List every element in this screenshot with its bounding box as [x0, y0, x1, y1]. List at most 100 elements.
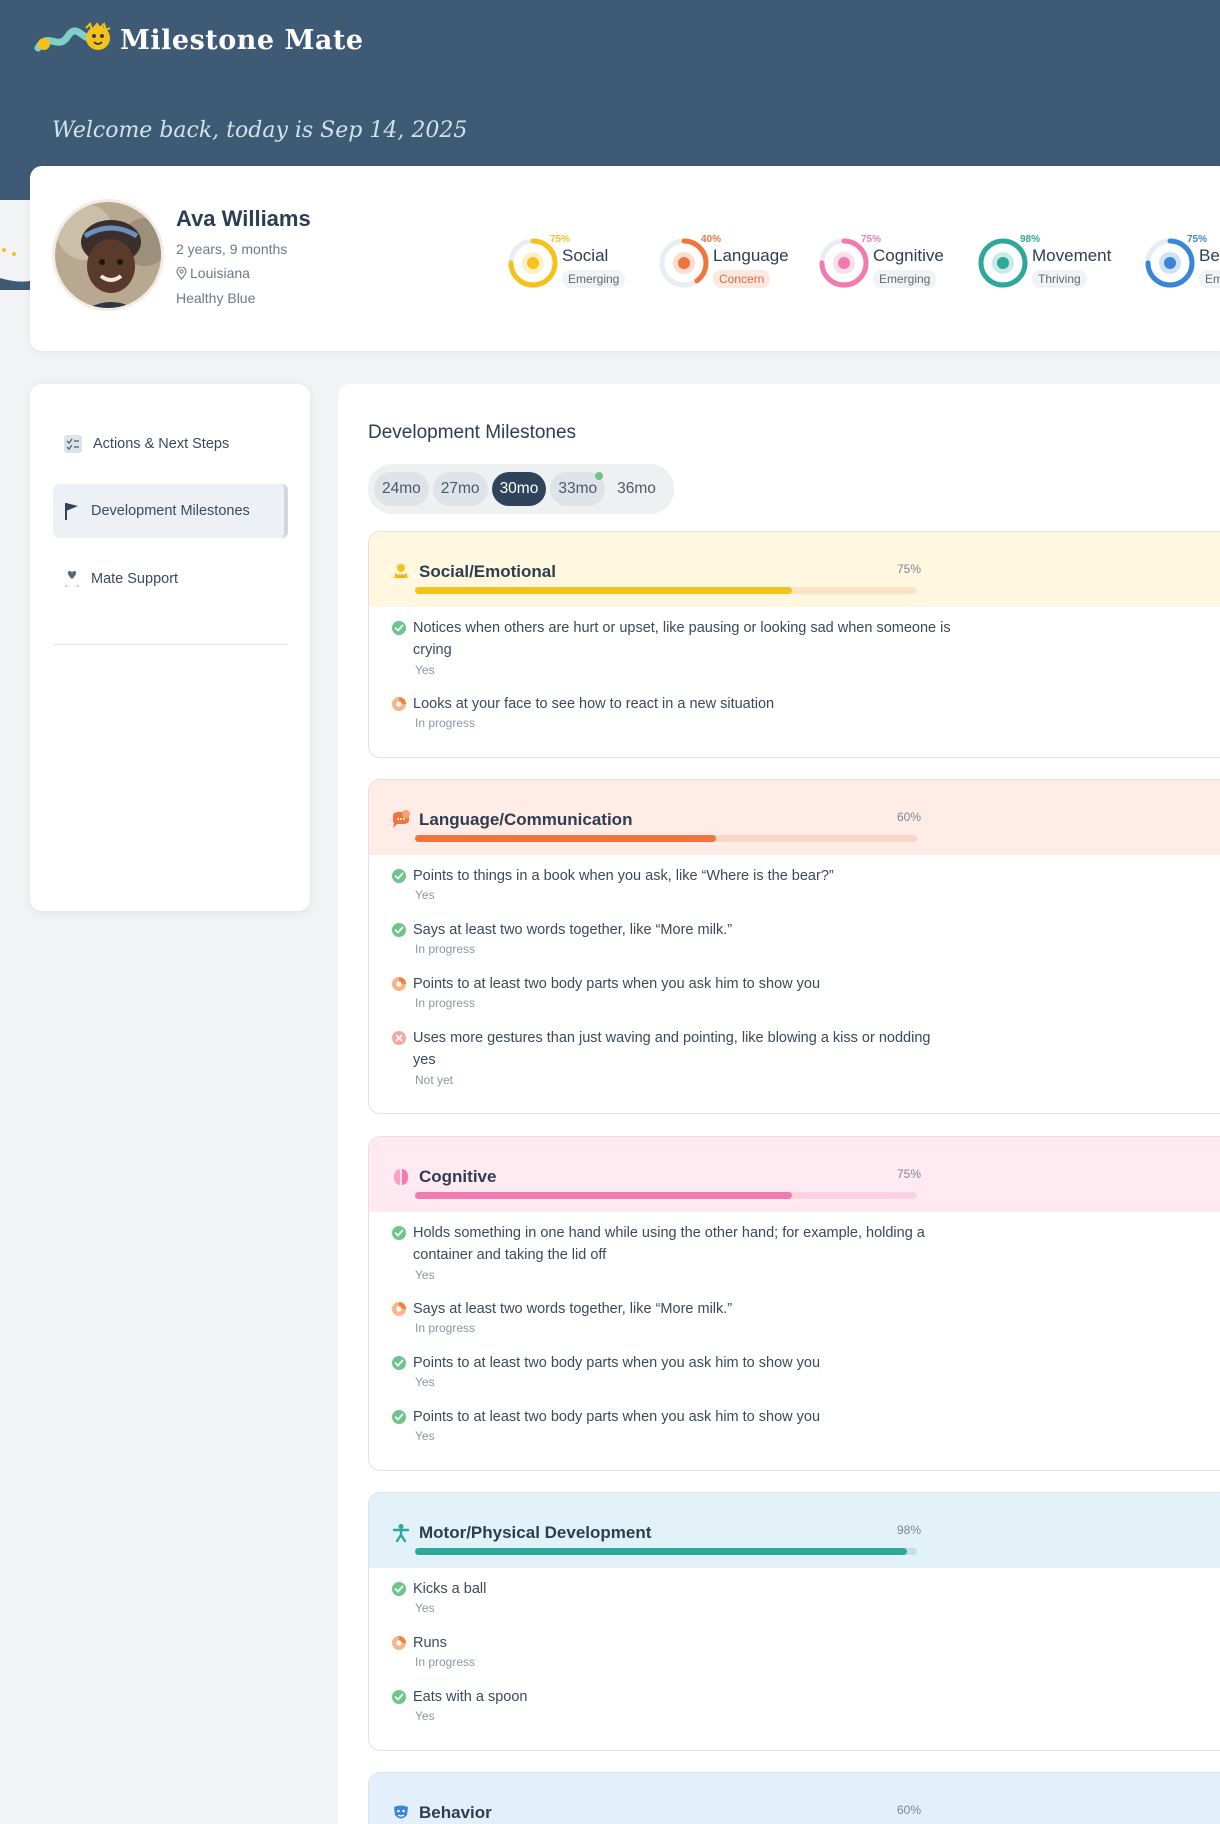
milestone-status: In progress	[415, 1655, 476, 1669]
in-progress-icon	[392, 1636, 406, 1650]
sidebar: Actions & Next Steps Development Milesto…	[30, 384, 310, 911]
domain-label: Language	[713, 246, 789, 265]
social-icon	[393, 564, 409, 578]
welcome-message: Welcome back, today is Sep 14, 2025	[52, 118, 468, 143]
milestone-section: Language/Communication 60% Points to thing…	[368, 779, 1220, 1114]
section-header[interactable]: Language/Communication 60%	[369, 780, 1220, 855]
section-title: Social/Emotional	[419, 562, 556, 581]
tab-33mo[interactable]: 33mo	[550, 472, 606, 506]
milestone-status: Yes	[415, 1429, 435, 1443]
not-yet-icon	[392, 1031, 406, 1045]
decorative-curve	[0, 248, 34, 290]
section-progress-track	[415, 1192, 917, 1199]
section-progress-fill	[415, 587, 792, 594]
child-profile-card: Ava Williams 2 years, 9 months Louisiana…	[30, 166, 1220, 351]
milestones-panel: Development Milestones 24mo 27mo 30mo 33…	[338, 384, 1220, 1824]
page-title: Development Milestones	[368, 422, 577, 443]
domain-pct: 40%	[701, 234, 722, 245]
milestone-text: Points to things in a book when you ask,…	[413, 868, 834, 884]
section-percent: 60%	[896, 810, 921, 824]
child-location: Louisiana	[176, 265, 250, 281]
section-progress-track	[415, 587, 917, 594]
milestone-text: Points to at least two body parts when y…	[413, 976, 821, 992]
domain-label: Cognitive	[873, 246, 944, 265]
mascot-logo-icon	[34, 22, 111, 52]
section-progress-track	[415, 835, 917, 842]
section-progress-fill	[415, 1548, 907, 1555]
section-header[interactable]: Cognitive 75%	[369, 1137, 1220, 1212]
checklist-icon	[64, 435, 82, 453]
milestone-status: Yes	[415, 888, 435, 902]
child-health-plan: Healthy Blue	[176, 290, 256, 306]
section-progress-fill	[415, 835, 717, 842]
app-name: Milestone Mate	[120, 24, 364, 56]
domain-status: Emerging	[873, 270, 937, 288]
domain-label: Social	[562, 246, 609, 265]
child-location-text: Louisiana	[190, 265, 250, 281]
new-indicator-dot	[595, 472, 604, 480]
child-avatar[interactable]	[52, 199, 164, 311]
check-icon	[392, 869, 406, 883]
sidebar-divider	[53, 644, 288, 645]
in-progress-icon	[392, 697, 406, 711]
in-progress-icon	[392, 1302, 406, 1316]
domain-pct: 75%	[1187, 234, 1208, 245]
domain-pct: 98%	[1020, 234, 1041, 245]
check-icon	[392, 1582, 406, 1596]
domain-pct: 75%	[550, 234, 571, 245]
milestone-status: In progress	[415, 1321, 476, 1335]
milestone-status: In progress	[415, 942, 476, 956]
section-percent: 75%	[896, 1167, 921, 1181]
age-tabs: 24mo 27mo 30mo 33mo 36mo	[368, 464, 674, 514]
speech-bubble-icon	[393, 810, 410, 828]
sidebar-item-actions[interactable]: Actions & Next Steps	[53, 417, 288, 471]
milestone-text: Notices when others are hurt or upset, l…	[413, 620, 951, 658]
milestone-status: Yes	[415, 1375, 435, 1389]
section-header[interactable]: Behavior 60%	[369, 1773, 1220, 1824]
sidebar-item-label: Actions & Next Steps	[93, 436, 230, 452]
brain-icon	[394, 1169, 408, 1185]
child-name: Ava Williams	[176, 206, 311, 231]
milestone-status: In progress	[415, 716, 476, 730]
section-title: Behavior	[419, 1803, 492, 1822]
section-percent: 60%	[896, 1803, 921, 1817]
milestone-text: Says at least two words together, like “…	[413, 922, 733, 938]
mask-icon	[394, 1805, 408, 1819]
milestone-section: Behavior 60%	[368, 1772, 1220, 1824]
milestone-section: Cognitive 75% Holds something in one hand …	[368, 1136, 1220, 1471]
section-header[interactable]: Social/Emotional 75%	[369, 532, 1220, 607]
milestone-text: Says at least two words together, like “…	[413, 1301, 733, 1317]
domain-summary: 75% Social Emerging 40% Language Concern…	[474, 234, 1220, 298]
milestone-status: Yes	[415, 663, 435, 677]
tab-24mo[interactable]: 24mo	[374, 472, 429, 506]
milestone-status: Yes	[415, 1268, 435, 1282]
tab-27mo[interactable]: 27mo	[432, 472, 488, 506]
milestone-text: Looks at your face to see how to react i…	[413, 696, 775, 712]
tab-33mo-label: 33mo	[558, 480, 598, 497]
section-title: Motor/Physical Development	[419, 1523, 652, 1542]
child-age: 2 years, 9 months	[176, 241, 288, 257]
domain-status: Emerging	[562, 270, 626, 288]
check-icon	[392, 1226, 406, 1240]
domain-status: Thriving	[1032, 270, 1087, 288]
figure-icon	[392, 1524, 410, 1543]
milestone-text: Holds something in one hand while using …	[413, 1225, 925, 1263]
milestone-section: Social/Emotional 75% Notices when others a…	[368, 531, 1220, 758]
section-percent: 98%	[896, 1523, 921, 1537]
section-title: Language/Communication	[419, 810, 633, 829]
milestone-text: Uses more gestures than just waving and …	[413, 1030, 931, 1068]
sidebar-item-milestones[interactable]: Development Milestones	[53, 484, 288, 538]
heart-hand-icon	[65, 571, 79, 587]
sidebar-item-mate-support[interactable]: Mate Support	[53, 552, 288, 606]
check-icon	[392, 1356, 406, 1370]
milestone-text: Kicks a ball	[413, 1581, 487, 1597]
milestone-status: In progress	[415, 996, 476, 1010]
tab-36mo[interactable]: 36mo	[609, 472, 664, 506]
milestone-section: Motor/Physical Development 98% Kicks a bal…	[368, 1492, 1220, 1751]
flag-icon	[65, 503, 78, 520]
section-header[interactable]: Motor/Physical Development 98%	[369, 1493, 1220, 1568]
tab-30mo[interactable]: 30mo	[491, 472, 547, 506]
section-progress-track	[415, 1548, 917, 1555]
milestone-text: Runs	[413, 1635, 447, 1651]
app-logo[interactable]: Milestone Mate	[34, 20, 364, 60]
